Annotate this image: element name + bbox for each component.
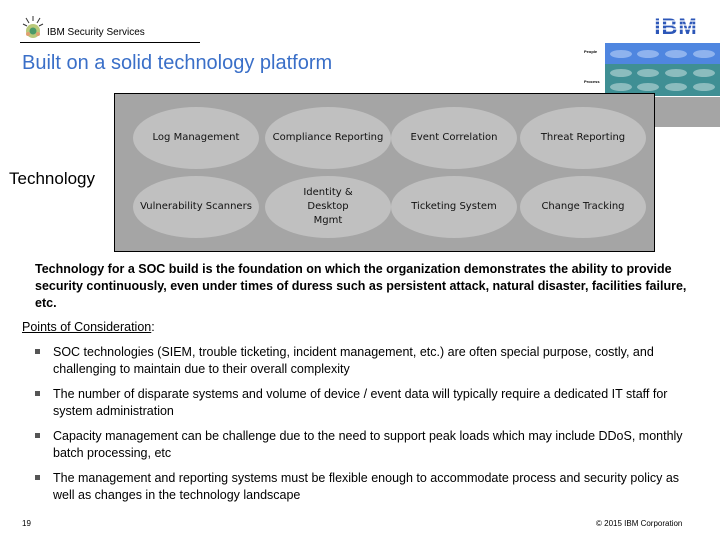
tech-item-change-tracking: Change Tracking xyxy=(520,176,646,238)
bullet-icon xyxy=(35,349,40,354)
tech-item-threat-reporting: Threat Reporting xyxy=(520,107,646,169)
bullet-icon xyxy=(35,475,40,480)
header-divider xyxy=(20,42,200,43)
tech-item-vulnerability-scanners: Vulnerability Scanners xyxy=(133,176,259,238)
security-services-logo-icon xyxy=(22,16,44,38)
mini-label-people: People xyxy=(584,49,598,54)
bullet-text: The management and reporting systems mus… xyxy=(53,471,680,502)
bullet-item: SOC technologies (SIEM, trouble ticketin… xyxy=(35,344,700,378)
tech-item-ticketing-system: Ticketing System xyxy=(391,176,517,238)
tech-item-compliance-reporting: Compliance Reporting xyxy=(265,107,391,169)
mini-process-band xyxy=(605,64,720,96)
tech-item-identity-desktop-mgmt: Identity & Desktop Mgmt xyxy=(265,176,391,238)
slide-title: Built on a solid technology platform xyxy=(22,52,333,74)
svg-text:IBM: IBM xyxy=(654,14,697,38)
intro-paragraph: Technology for a SOC build is the founda… xyxy=(35,262,687,310)
points-heading-colon: : xyxy=(151,320,155,334)
bullet-item: The management and reporting systems mus… xyxy=(35,470,700,504)
bullet-text: The number of disparate systems and volu… xyxy=(53,387,668,418)
mini-label-process: Process xyxy=(584,79,600,84)
brand-label: IBM Security Services xyxy=(47,27,145,38)
tech-item-log-management: Log Management xyxy=(133,107,259,169)
page-number: 19 xyxy=(22,519,31,528)
tech-item-event-correlation: Event Correlation xyxy=(391,107,517,169)
points-heading-text: Points of Consideration xyxy=(22,320,152,334)
copyright: © 2015 IBM Corporation xyxy=(596,519,683,528)
ibm-logo-icon: IBM xyxy=(652,14,700,38)
bullet-item: The number of disparate systems and volu… xyxy=(35,386,700,420)
bullet-item: Capacity management can be challenge due… xyxy=(35,428,700,462)
bullet-icon xyxy=(35,391,40,396)
technology-label: Technology xyxy=(9,169,96,188)
bullet-text: Capacity management can be challenge due… xyxy=(53,429,683,460)
points-heading: Points of Consideration: xyxy=(22,320,155,334)
bullet-icon xyxy=(35,433,40,438)
technology-diagram: Log Management Compliance Reporting Even… xyxy=(114,93,655,252)
mini-people-band xyxy=(605,43,720,64)
bullet-text: SOC technologies (SIEM, trouble ticketin… xyxy=(53,345,654,376)
